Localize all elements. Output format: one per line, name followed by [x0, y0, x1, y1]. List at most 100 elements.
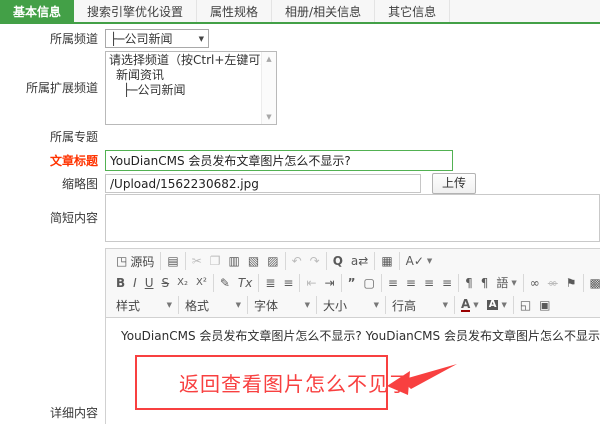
font-size-combo[interactable]: 大小▼: [319, 296, 383, 314]
templates-button[interactable]: ▤: [163, 252, 182, 270]
copy-button[interactable]: ❐: [206, 252, 225, 270]
format-combo[interactable]: 格式▼: [181, 296, 245, 314]
replace-button[interactable]: a⇄: [347, 252, 372, 270]
cut-button[interactable]: ✂: [188, 252, 206, 270]
scroll-up-icon[interactable]: ▲: [266, 55, 271, 63]
align-center-button[interactable]: ≡: [402, 274, 420, 292]
text-direction-ltr-button[interactable]: ¶: [461, 274, 477, 292]
topic-row: 所属专题: [0, 129, 600, 144]
tab-basic-info[interactable]: 基本信息: [0, 0, 74, 22]
font-combo[interactable]: 字体▼: [250, 296, 314, 314]
editor-toolbar: ◳源码▤✂❐▥▧▨↶↷Qa⇄▦A✓▼ BIUSX₂X²✎Tx≣≡⇤⇥”▢≡≡≡≡…: [106, 249, 600, 318]
scroll-down-icon[interactable]: ▼: [266, 113, 271, 121]
remove-format-button[interactable]: Tx: [234, 274, 256, 292]
line-height-combo[interactable]: 行高▼: [388, 296, 452, 314]
numbered-list-button[interactable]: ≣: [261, 274, 279, 292]
chevron-down-icon: ▼: [167, 301, 172, 309]
strikethrough-button[interactable]: S: [158, 274, 174, 292]
redo-icon: ↷: [310, 255, 320, 267]
align-justify-button[interactable]: ≡: [438, 274, 456, 292]
detail-content-label: 详细内容: [0, 405, 105, 421]
paste-as-text-button[interactable]: ▧: [244, 252, 263, 270]
blockquote-button[interactable]: ”: [344, 274, 360, 292]
channel-option[interactable]: 请选择频道（按Ctrl+左键可进行多选）: [107, 53, 260, 68]
toolbar-group: 样式▼: [110, 296, 178, 314]
redo-button[interactable]: ↷: [306, 252, 324, 270]
toolbar-group: 大小▼: [316, 296, 385, 314]
ext-channel-listbox[interactable]: 请选择频道（按Ctrl+左键可进行多选）新闻资讯├─公司新闻 ▲ ▼: [105, 51, 277, 125]
underline-button[interactable]: U: [141, 274, 158, 292]
select-all-icon: ▦: [381, 255, 392, 267]
thumbnail-row: 缩略图 上传: [0, 173, 600, 194]
increase-indent-icon: ⇥: [325, 277, 335, 289]
channel-option[interactable]: 新闻资讯: [107, 68, 260, 83]
article-title-input[interactable]: [105, 150, 453, 171]
rich-text-editor: ◳源码▤✂❐▥▧▨↶↷Qa⇄▦A✓▼ BIUSX₂X²✎Tx≣≡⇤⇥”▢≡≡≡≡…: [105, 248, 600, 424]
find-button[interactable]: Q: [329, 252, 347, 270]
find-icon: Q: [333, 255, 343, 267]
chevron-down-icon: ▼: [305, 301, 310, 309]
italic-button[interactable]: I: [129, 274, 141, 292]
copy-formatting-button[interactable]: ✎: [216, 274, 234, 292]
editor-content-area[interactable]: YouDianCMS 会员发布文章图片怎么不显示? YouDianCMS 会员发…: [106, 318, 600, 424]
source-button[interactable]: ◳源码: [112, 252, 158, 270]
text-color-button[interactable]: A▼: [457, 296, 483, 314]
copy-icon: ❐: [210, 255, 221, 267]
tab-album-related[interactable]: 相册/相关信息: [272, 0, 375, 22]
superscript-icon: X²: [196, 278, 207, 288]
thumbnail-path-input[interactable]: [105, 174, 421, 193]
increase-indent-button[interactable]: ⇥: [321, 274, 339, 292]
remove-format-icon: Tx: [238, 277, 252, 289]
toolbar-group: ≡ ≡ ≡ ≡: [381, 274, 458, 292]
channel-row: 所属频道 ├─公司新闻 ▼: [0, 29, 600, 48]
upload-button[interactable]: 上传: [432, 173, 476, 194]
ext-channel-options: 请选择频道（按Ctrl+左键可进行多选）新闻资讯├─公司新闻: [107, 53, 260, 98]
tab-seo-settings[interactable]: 搜索引擎优化设置: [74, 0, 197, 22]
div-container-button[interactable]: ▢: [359, 274, 378, 292]
unlink-button[interactable]: ∞: [544, 274, 562, 292]
toolbar-group: ▩: [583, 274, 600, 292]
maximize-button[interactable]: ◱: [516, 296, 535, 314]
paste-as-text-icon: ▧: [248, 255, 259, 267]
channel-select[interactable]: ├─公司新闻 ▼: [105, 29, 209, 48]
toolbar-group: ∞∞⚑: [523, 274, 583, 292]
paste-button[interactable]: ▥: [225, 252, 244, 270]
spell-check-button[interactable]: A✓▼: [402, 252, 437, 270]
decrease-indent-button[interactable]: ⇤: [302, 274, 320, 292]
copy-formatting-icon: ✎: [220, 277, 230, 289]
superscript-button[interactable]: X²: [192, 274, 211, 292]
tab-other-info[interactable]: 其它信息: [375, 0, 450, 22]
align-left-button[interactable]: ≡: [384, 274, 402, 292]
align-right-button[interactable]: ≡: [420, 274, 438, 292]
short-content-label: 简短内容: [0, 210, 105, 226]
bulleted-list-button[interactable]: ≡: [279, 274, 297, 292]
paste-from-word-button[interactable]: ▨: [263, 252, 282, 270]
background-color-button[interactable]: A▼: [483, 296, 511, 314]
listbox-scrollbar[interactable]: ▲ ▼: [261, 52, 276, 124]
text-direction-rtl-button[interactable]: ¶: [477, 274, 493, 292]
div-container-icon: ▢: [363, 277, 374, 289]
chevron-down-icon: ▼: [199, 35, 204, 43]
language-button[interactable]: 語▼: [492, 274, 520, 292]
undo-button[interactable]: ↶: [288, 252, 306, 270]
short-content-textarea[interactable]: [105, 194, 600, 242]
align-right-icon: ≡: [424, 277, 434, 289]
tab-attribute-spec[interactable]: 属性规格: [197, 0, 272, 22]
article-title-label: 文章标题: [0, 153, 105, 169]
align-justify-icon: ≡: [442, 277, 452, 289]
toolbar-group: ✎ Tx: [213, 274, 259, 292]
link-button[interactable]: ∞: [526, 274, 544, 292]
source-icon: ◳: [116, 255, 127, 267]
anchor-button[interactable]: ⚑: [562, 274, 581, 292]
styles-combo[interactable]: 样式▼: [112, 296, 176, 314]
select-all-button[interactable]: ▦: [377, 252, 396, 270]
paste-icon: ▥: [229, 255, 240, 267]
image-button[interactable]: ▩: [586, 274, 600, 292]
editor-paragraph: YouDianCMS 会员发布文章图片怎么不显示? YouDianCMS 会员发…: [121, 328, 600, 344]
bold-button[interactable]: B: [112, 274, 129, 292]
align-left-icon: ≡: [388, 277, 398, 289]
channel-option[interactable]: ├─公司新闻: [107, 83, 260, 98]
show-blocks-button[interactable]: ▣: [535, 296, 554, 314]
subscript-button[interactable]: X₂: [173, 274, 192, 292]
numbered-list-icon: ≣: [265, 277, 275, 289]
